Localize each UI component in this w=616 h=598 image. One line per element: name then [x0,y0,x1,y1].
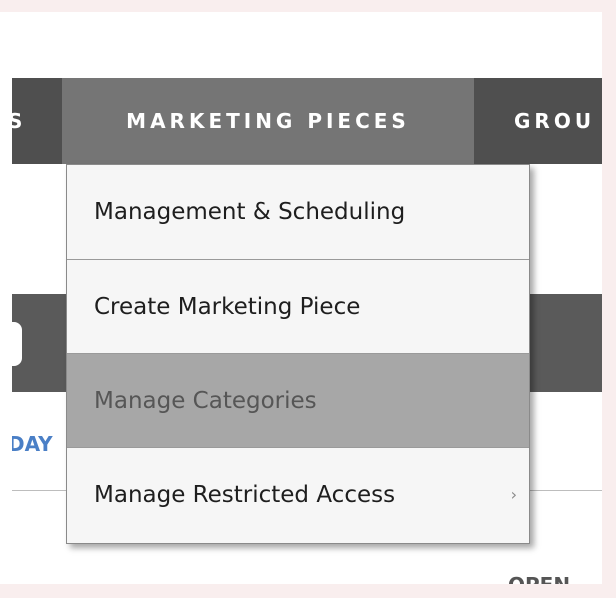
nav-item-marketing-pieces[interactable]: MARKETING PIECES [62,78,474,164]
frame-right [602,0,616,598]
menu-item-label: Manage Restricted Access [94,482,396,508]
today-link[interactable]: DAY [12,432,64,456]
menu-item-management-scheduling[interactable]: Management & Scheduling [67,165,529,259]
marketing-pieces-dropdown: Management & Scheduling Create Marketing… [66,164,530,544]
nav-item-groups[interactable]: GROU [474,78,602,164]
open-column-header: OPEN [508,572,602,584]
menu-item-label: Manage Categories [94,388,317,414]
menu-item-manage-categories[interactable]: Manage Categories [67,353,529,447]
chevron-right-icon: › [510,485,517,504]
frame-bottom [0,584,616,598]
menu-item-label: Create Marketing Piece [94,294,361,320]
frame-top [0,0,616,12]
search-box-edge [12,322,22,366]
menu-item-label: Management & Scheduling [94,199,406,225]
menu-item-manage-restricted-access[interactable]: Manage Restricted Access › [67,447,529,541]
main-nav-bar: S MARKETING PIECES GROU [12,78,602,164]
nav-item-previous[interactable]: S [12,78,62,164]
menu-item-create-marketing-piece[interactable]: Create Marketing Piece [67,259,529,353]
